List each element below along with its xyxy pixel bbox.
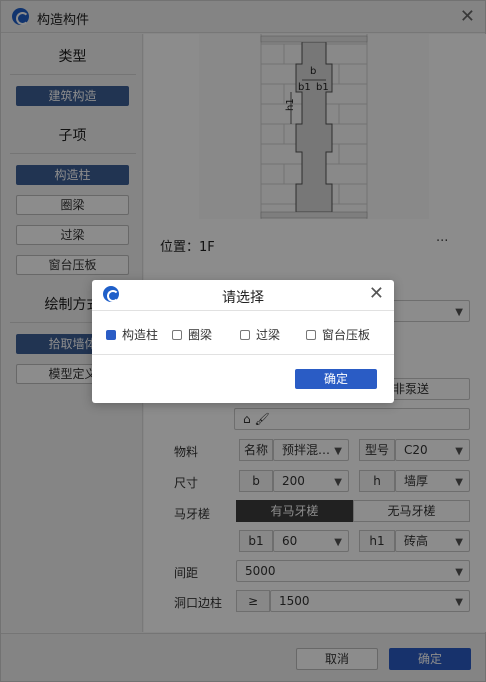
checkbox-icon[interactable] — [240, 330, 250, 340]
option-guoliang[interactable]: 过梁 — [240, 326, 280, 343]
option-gouzaozhu[interactable]: 构造柱 — [106, 326, 158, 343]
select-dialog: 请选择 ✕ 构造柱 圈梁 过梁 窗台压板 确定 — [92, 280, 394, 403]
checkbox-icon[interactable] — [306, 330, 316, 340]
divider — [92, 354, 394, 355]
checkbox-checked-icon[interactable] — [106, 330, 116, 340]
option-quanliang[interactable]: 圈梁 — [172, 326, 212, 343]
checkbox-icon[interactable] — [172, 330, 182, 340]
close-icon[interactable]: ✕ — [369, 283, 384, 304]
dialog-title: 请选择 — [222, 290, 264, 306]
dialog-ok-button[interactable]: 确定 — [295, 369, 377, 389]
option-chuangtai[interactable]: 窗台压板 — [306, 326, 370, 343]
divider — [92, 310, 394, 311]
